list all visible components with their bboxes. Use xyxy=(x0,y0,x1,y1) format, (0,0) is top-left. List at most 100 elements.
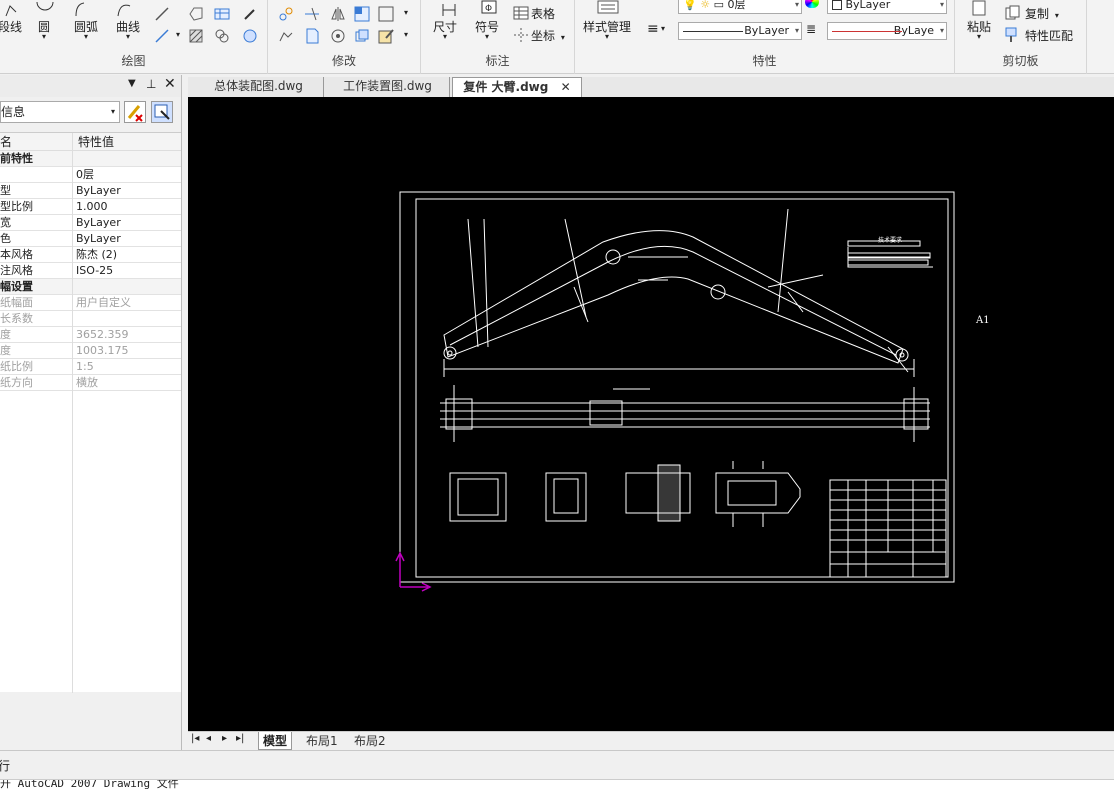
region-icon[interactable] xyxy=(214,28,230,44)
curve-button[interactable]: 曲线 ▾ xyxy=(116,4,140,41)
property-name: 度 xyxy=(0,328,11,341)
sheet-border-outer xyxy=(399,191,955,583)
stretch-icon[interactable] xyxy=(278,28,294,44)
match-properties-button[interactable]: 特性匹配 xyxy=(1005,27,1073,44)
ray-icon[interactable] xyxy=(154,28,170,44)
chevron-down-icon: ▾ xyxy=(794,0,799,9)
arc-button[interactable]: 圆弧 ▾ xyxy=(74,2,98,41)
box-select-icon[interactable] xyxy=(378,6,394,22)
layer-combo[interactable]: 💡 ☼ ▭ 0层 ▾ xyxy=(678,0,802,14)
draw-group-title: 绘图 xyxy=(121,54,146,68)
property-row[interactable]: 注风格 ISO-25 xyxy=(0,263,181,279)
chevron-down-icon: ▾ xyxy=(1054,11,1059,20)
property-row[interactable]: 度 1003.175 xyxy=(0,343,181,359)
edit-icon[interactable] xyxy=(378,28,394,44)
property-row[interactable]: 型 ByLayer xyxy=(0,183,181,199)
last-tab-icon[interactable]: ▸| xyxy=(236,733,244,744)
document-icon[interactable] xyxy=(304,28,320,44)
paste-button[interactable]: 粘贴 ▾ xyxy=(967,0,991,41)
chevron-down-icon: ▾ xyxy=(126,32,131,41)
tab-assembly[interactable]: 总体装配图.dwg xyxy=(194,77,324,97)
tab-layout1[interactable]: 布局1 xyxy=(302,732,342,749)
table-icon[interactable] xyxy=(214,6,230,22)
property-row[interactable]: 宽 ByLayer xyxy=(0,215,181,231)
property-value: 1.000 xyxy=(76,200,108,213)
command-area: 行 开 AutoCAD 2007 Drawing 文件 xyxy=(0,750,1114,799)
tab-work-device[interactable]: 工作装置图.dwg xyxy=(326,77,450,97)
symbol-icon: Φ xyxy=(481,0,497,14)
chevron-down-icon: ▾ xyxy=(84,32,89,41)
property-row[interactable]: 型比例 1.000 xyxy=(0,199,181,215)
style-manager-button[interactable]: 样式管理 ▾ xyxy=(583,0,631,41)
property-value: ISO-25 xyxy=(76,264,114,277)
coordinate-button[interactable]: 坐标 ▾ xyxy=(513,27,565,44)
point-icon[interactable] xyxy=(242,6,258,22)
circle-button[interactable]: 圆 ▾ xyxy=(36,2,54,41)
boundary-icon[interactable] xyxy=(242,28,258,44)
name-column-header: 名 xyxy=(0,135,13,149)
next-tab-icon[interactable]: ▸ xyxy=(222,733,227,744)
clipboard-group-title: 剪切板 xyxy=(1002,54,1039,68)
property-row[interactable]: 0层 xyxy=(0,167,181,183)
prev-tab-icon[interactable]: ◂ xyxy=(206,733,211,744)
drawing-canvas[interactable]: 技术要求 A1 xyxy=(188,97,1114,731)
linetype-combo[interactable]: ByLayer ▾ xyxy=(678,22,802,40)
property-row[interactable]: 纸幅面 用户自定义 xyxy=(0,295,181,311)
property-row[interactable]: 长系数 xyxy=(0,311,181,327)
chevron-down-icon: ▾ xyxy=(560,33,565,42)
rectangular-array-icon[interactable] xyxy=(354,6,370,22)
chevron-down-icon: ▾ xyxy=(110,107,115,116)
tab-layout2[interactable]: 布局2 xyxy=(350,732,390,749)
rectangle-icon[interactable] xyxy=(188,6,204,22)
property-row[interactable]: 纸方向 横放 xyxy=(0,375,181,391)
table-button[interactable]: 表格 xyxy=(513,5,555,22)
trim-icon[interactable] xyxy=(304,6,320,22)
close-icon[interactable]: ✕ xyxy=(164,76,176,92)
chevron-down-icon[interactable]: ▾ xyxy=(176,30,180,39)
object-selector[interactable]: 信息 ▾ xyxy=(0,101,120,123)
chevron-down-icon[interactable]: ▾ xyxy=(661,24,665,33)
property-row[interactable]: 度 3652.359 xyxy=(0,327,181,343)
properties-panel: ▼ ⊥ ✕ 信息 ▾ 名 特性值 前特性 0层型 ByLayer 型比例 1.000 宽 B… xyxy=(0,75,182,750)
boom-side-view xyxy=(443,208,933,377)
lineweight-icon[interactable]: ≣ xyxy=(806,22,816,36)
property-row[interactable]: 本风格 陈杰 (2) xyxy=(0,247,181,263)
chevron-down-icon: ▾ xyxy=(605,32,610,41)
line-preview-icon xyxy=(832,31,902,32)
copy-button[interactable]: 复制 ▾ xyxy=(1005,5,1059,22)
symbol-button[interactable]: Φ 符号 ▾ xyxy=(475,0,499,41)
copy-objects-icon[interactable] xyxy=(354,28,370,44)
clipboard-group: 粘贴 ▾ 复制 ▾ 特性匹配 剪切板 xyxy=(955,0,1087,74)
chevron-down-icon[interactable]: ▾ xyxy=(404,30,408,39)
property-name: 宽 xyxy=(0,216,11,229)
first-tab-icon[interactable]: |◂ xyxy=(191,733,199,744)
move-icon[interactable] xyxy=(278,6,294,22)
hatch-icon[interactable] xyxy=(188,28,204,44)
tab-boom-copy[interactable]: 复件 大臂.dwg ✕ xyxy=(452,77,582,97)
toggle-pickadd-button[interactable] xyxy=(124,101,146,123)
chevron-down-icon[interactable]: ▼ xyxy=(128,78,136,89)
color-wheel-icon[interactable] xyxy=(805,0,819,8)
property-row[interactable]: 纸比例 1:5 xyxy=(0,359,181,375)
layer-props-icon[interactable]: ≡ xyxy=(647,21,659,37)
property-name: 纸方向 xyxy=(0,376,33,389)
tab-model[interactable]: 模型 xyxy=(258,732,293,750)
polyline-button[interactable]: 段线 xyxy=(0,5,22,35)
lineweight-combo[interactable]: ByLaye ▾ xyxy=(827,22,947,40)
color-combo[interactable]: ByLayer ▾ xyxy=(827,0,947,14)
chevron-down-icon[interactable]: ▾ xyxy=(404,8,408,17)
property-value: ByLayer xyxy=(76,184,121,197)
property-row[interactable]: 色 ByLayer xyxy=(0,231,181,247)
chevron-down-icon: ▾ xyxy=(42,32,47,41)
pin-icon[interactable]: ⊥ xyxy=(146,77,156,91)
quick-select-button[interactable] xyxy=(151,101,173,123)
dimension-button[interactable]: 尺寸 ▾ xyxy=(433,4,457,41)
ribbon: 段线 圆 ▾ 圆弧 ▾ 曲线 ▾ ▾ 绘图 ▾ ▾ 修改 尺寸 ▾ Φ 符号 ▾… xyxy=(0,0,1114,74)
close-tab-icon[interactable]: ✕ xyxy=(561,80,571,94)
match-properties-icon xyxy=(1005,27,1017,42)
mirror-icon[interactable] xyxy=(330,6,346,22)
line-icon[interactable] xyxy=(154,6,170,22)
rotate-icon[interactable] xyxy=(330,28,346,44)
command-line[interactable]: 开 AutoCAD 2007 Drawing 文件 xyxy=(0,779,1114,799)
property-value: 1:5 xyxy=(76,360,94,373)
